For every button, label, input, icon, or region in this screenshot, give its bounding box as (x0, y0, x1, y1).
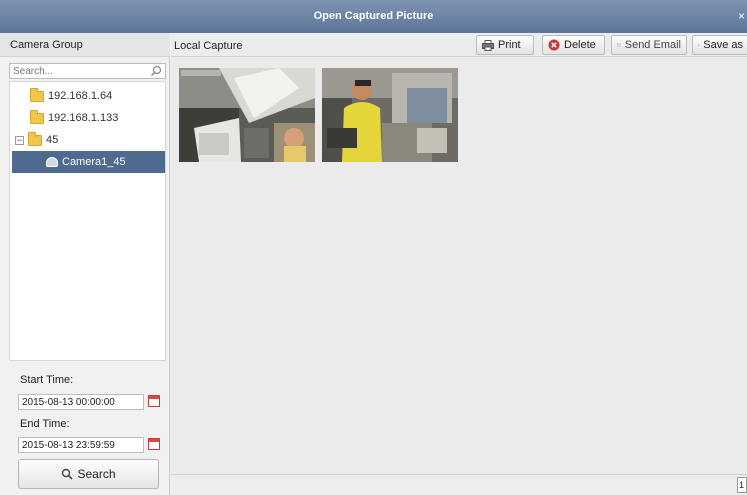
delete-button[interactable]: Delete (542, 35, 605, 55)
page-number-box[interactable]: 1 (737, 477, 747, 493)
start-time-label: Start Time: (20, 374, 74, 386)
main-panel: Local Capture Print Delete Send Email Sa… (171, 33, 747, 495)
end-time-field[interactable]: 2015-08-13 23:59:59 (18, 437, 144, 453)
camera-group-header: Camera Group (0, 33, 170, 57)
capture-thumbnail-2[interactable] (322, 68, 458, 162)
start-time-field[interactable]: 2015-08-13 00:00:00 (18, 394, 144, 410)
title-bar: Open Captured Picture × (0, 0, 747, 33)
tree-item-label: Camera1_45 (62, 156, 126, 168)
close-icon[interactable]: × (738, 9, 745, 23)
email-icon (617, 43, 621, 47)
delete-icon (548, 39, 560, 51)
delete-label: Delete (564, 39, 596, 51)
capture-thumbnail-1[interactable] (179, 68, 315, 162)
tree-item-192-168-1-64[interactable]: 192.168.1.64 (30, 85, 112, 107)
camera-icon (46, 157, 58, 167)
save-icon (698, 44, 700, 46)
folder-icon (30, 87, 44, 102)
camera-search-box (9, 63, 166, 79)
tree-item-label: 45 (46, 134, 59, 146)
status-bar: 1 (171, 474, 747, 495)
printer-icon (482, 39, 494, 51)
save-as-button[interactable]: Save as (692, 35, 747, 55)
window-title: Open Captured Picture (313, 10, 434, 22)
search-button[interactable]: Search (18, 459, 159, 489)
local-capture-title: Local Capture (174, 40, 243, 52)
collapse-icon[interactable]: − (15, 135, 24, 145)
camera-search-input[interactable] (10, 64, 150, 78)
left-panel: Camera Group 192.168.1.64 192.168.1.133 … (0, 33, 170, 495)
tree-item-label: 192.168.1.64 (48, 90, 113, 102)
folder-icon (30, 109, 44, 124)
tree-item-45[interactable]: − 45 (15, 129, 58, 151)
tree-item-camera1-45[interactable]: Camera1_45 (12, 151, 165, 173)
print-label: Print (498, 39, 521, 51)
tree-item-label: 192.168.1.133 (48, 112, 119, 124)
calendar-icon[interactable] (148, 395, 160, 407)
tree-item-192-168-1-133[interactable]: 192.168.1.133 (30, 107, 118, 129)
send-email-button[interactable]: Send Email (611, 35, 687, 55)
send-email-label: Send Email (624, 39, 681, 51)
search-icon[interactable] (150, 65, 162, 77)
calendar-icon[interactable] (148, 438, 160, 450)
save-as-label: Save as (703, 39, 743, 51)
search-icon (62, 468, 74, 480)
print-button[interactable]: Print (476, 35, 534, 55)
camera-tree: 192.168.1.64 192.168.1.133 − 45 Camera1_… (9, 81, 166, 361)
search-button-label: Search (77, 467, 116, 481)
folder-icon (28, 131, 42, 146)
end-time-label: End Time: (20, 418, 70, 430)
main-header: Local Capture Print Delete Send Email Sa… (171, 33, 747, 57)
